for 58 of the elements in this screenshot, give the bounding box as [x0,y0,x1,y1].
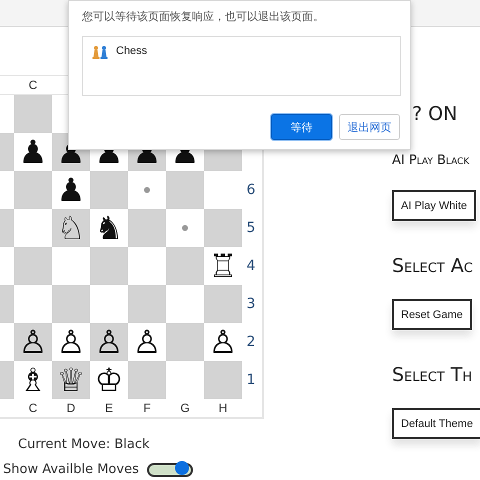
board-square[interactable] [204,361,242,399]
file-label: F [142,401,152,415]
section-heading: Select Th [392,364,474,386]
board-square[interactable] [0,361,14,399]
move-hint-dot[interactable] [182,225,188,231]
chess-piece[interactable]: ♞ [94,210,124,246]
dialog-button[interactable]: 等待 [271,114,332,140]
section-heading: ? ON [411,103,458,125]
board-square[interactable] [0,285,14,323]
chess-piece[interactable]: ♙ [208,324,238,360]
chess-piece[interactable]: ♔ [94,362,124,398]
rank-label: 6 [246,182,256,198]
chess-piece[interactable]: ♙ [56,324,86,360]
rank-label: 5 [246,220,256,236]
board-square[interactable] [128,285,166,323]
file-label: E [104,401,114,415]
action-button[interactable]: AI Play White [392,190,476,221]
board-square[interactable] [166,247,204,285]
board-square[interactable] [52,285,90,323]
move-hint-dot[interactable] [144,187,150,193]
chess-piece[interactable]: ♟ [56,172,86,208]
current-move-text: Current Move: Black [17,437,151,452]
ai-status-text: AI Play Black [392,153,470,168]
action-button[interactable]: Reset Game [392,299,472,330]
dialog-message: 您可以等待该页面恢复响应，也可以退出该页面。 [82,9,324,24]
file-label: D [66,401,76,415]
board-square[interactable] [128,209,166,247]
file-label: H [218,401,228,415]
board-square[interactable] [204,209,242,247]
section-heading: Select Ac [392,255,474,277]
board-square[interactable] [0,133,14,171]
board-square[interactable] [166,171,204,209]
board-square[interactable] [0,209,14,247]
board-square[interactable] [166,323,204,361]
file-label: G [179,401,191,415]
board-square[interactable] [14,171,52,209]
board-square[interactable] [204,285,242,323]
chess-piece[interactable]: ♖ [208,248,238,284]
chess-piece[interactable]: ♗ [18,362,48,398]
board-square[interactable] [90,171,128,209]
action-button[interactable]: Default Theme [392,408,480,439]
board-square[interactable] [90,247,128,285]
chess-pawns-icon [92,45,108,59]
file-label: C [28,401,38,415]
board-square[interactable] [14,95,52,133]
dialog-button[interactable]: 退出网页 [339,114,400,140]
board-square[interactable] [14,247,52,285]
rank-label: 4 [246,258,256,274]
chess-piece[interactable]: ♙ [132,324,162,360]
rank-label: 2 [246,334,256,350]
moves-toggle[interactable] [146,462,193,476]
file-label: C [28,78,38,92]
chess-piece[interactable]: ♟ [18,134,48,170]
board-square[interactable] [128,361,166,399]
rank-label: 3 [246,296,256,312]
rank-label: 1 [246,372,256,388]
toggle-label: Show Availble Moves [3,462,139,477]
app-name: Chess [116,45,148,57]
